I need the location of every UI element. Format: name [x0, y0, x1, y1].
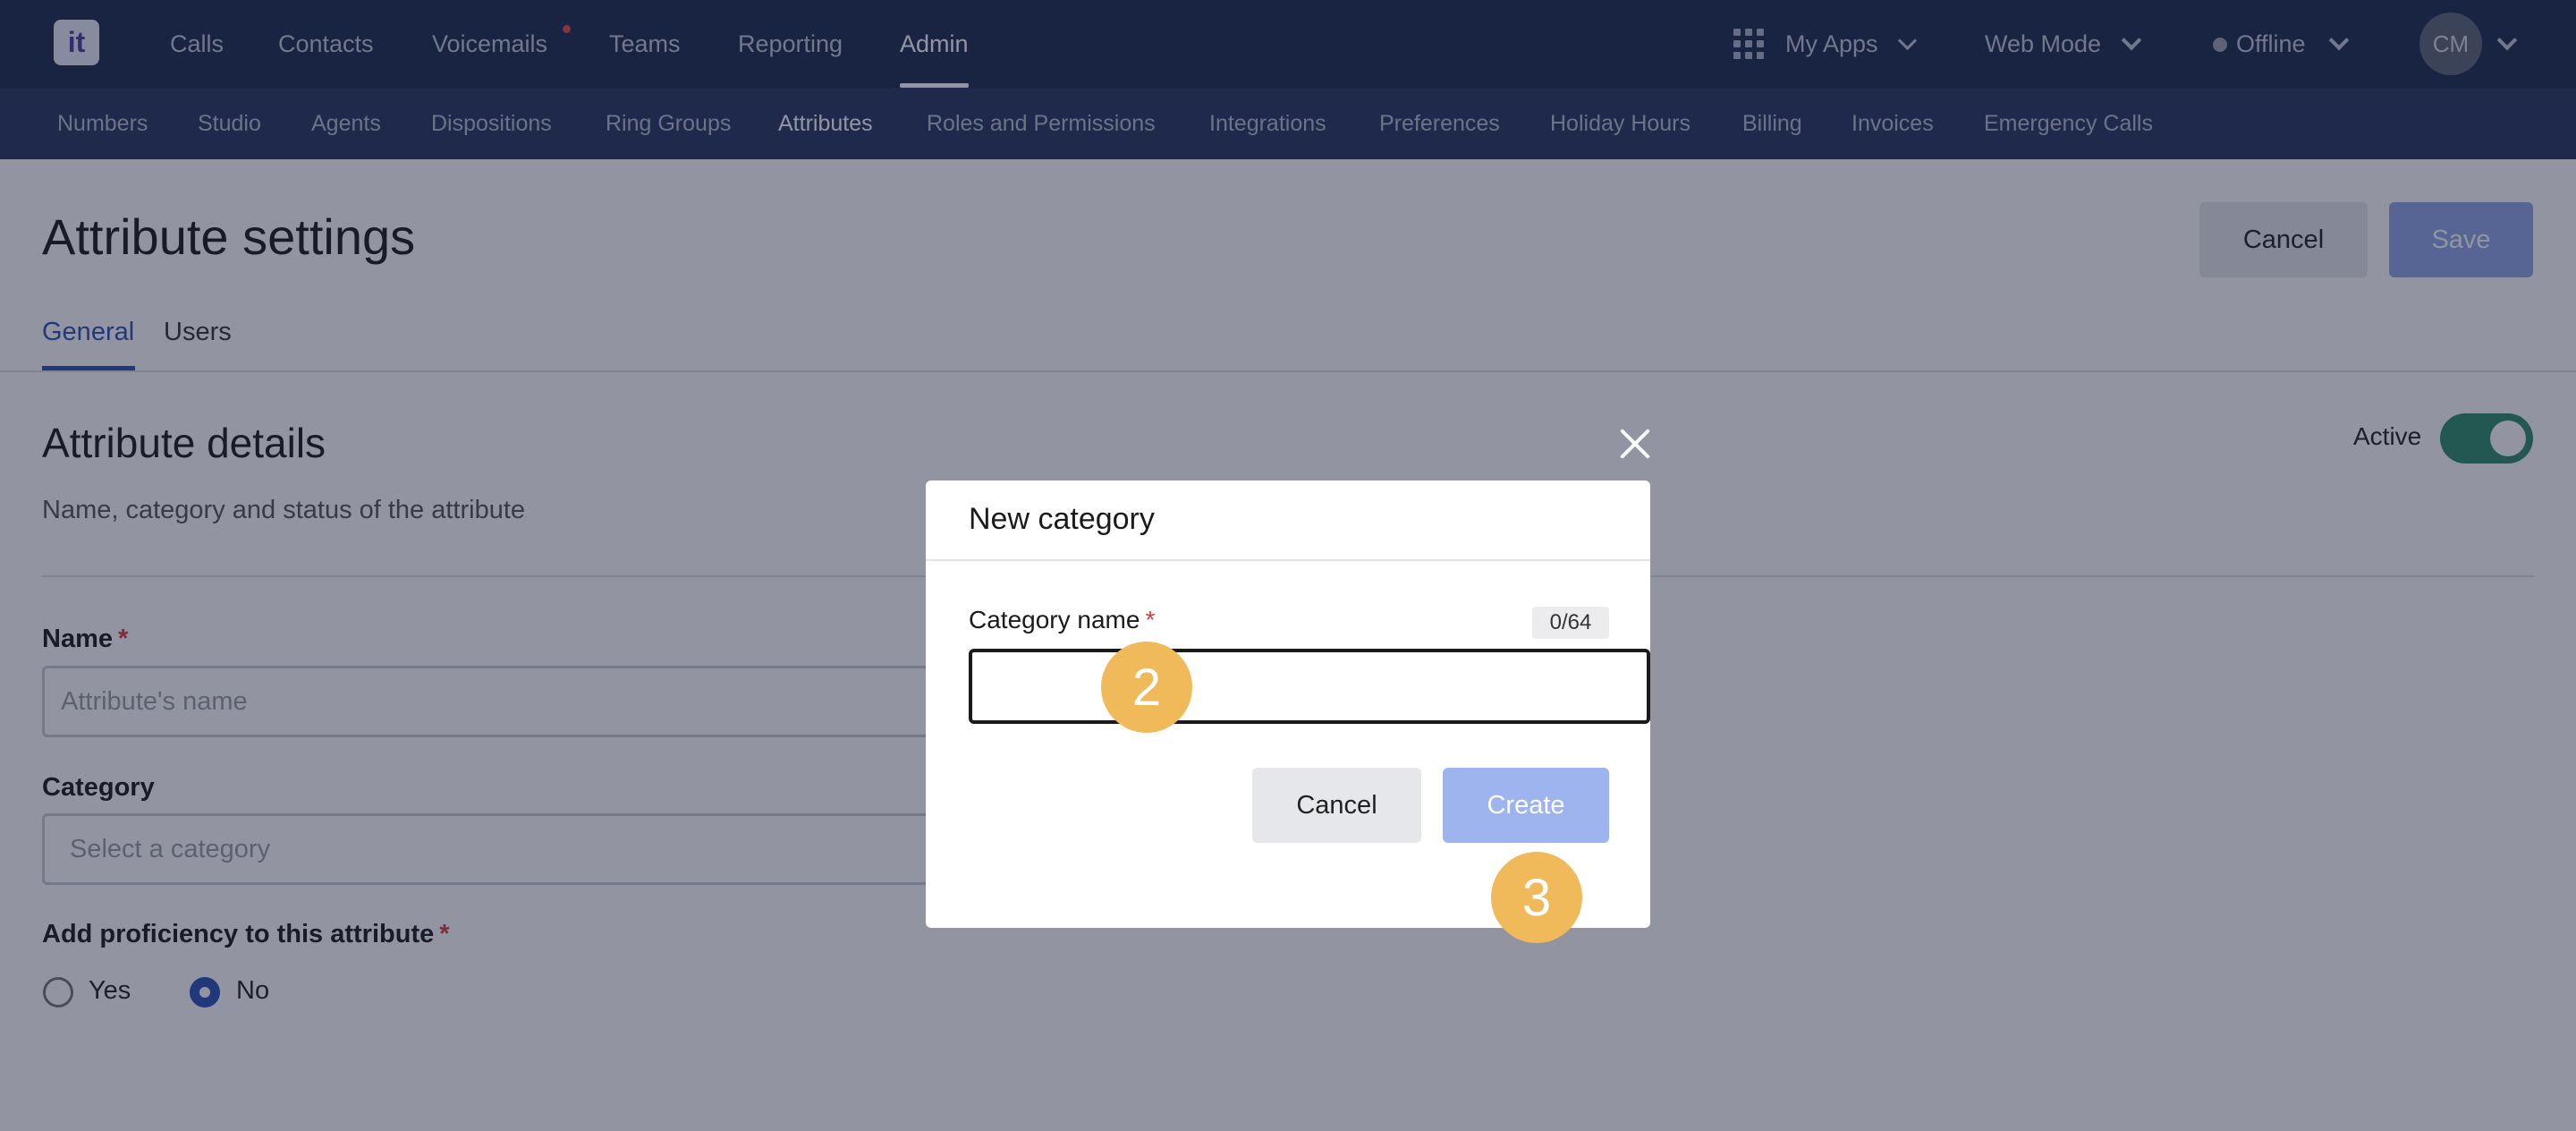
- dialog-cancel-button[interactable]: Cancel: [1252, 768, 1421, 843]
- category-name-label: Category name *: [969, 606, 1155, 634]
- category-name-label-text: Category name: [969, 606, 1140, 634]
- step-badge-2: 2: [1101, 642, 1192, 733]
- character-counter: 0/64: [1532, 607, 1609, 639]
- category-name-input[interactable]: [969, 649, 1650, 724]
- dialog-divider: [926, 559, 1650, 561]
- required-marker: *: [1145, 606, 1156, 634]
- dialog-create-button[interactable]: Create: [1443, 768, 1609, 843]
- step-badge-3: 3: [1491, 852, 1582, 943]
- dialog-title: New category: [969, 502, 1155, 536]
- close-icon[interactable]: [1619, 428, 1651, 460]
